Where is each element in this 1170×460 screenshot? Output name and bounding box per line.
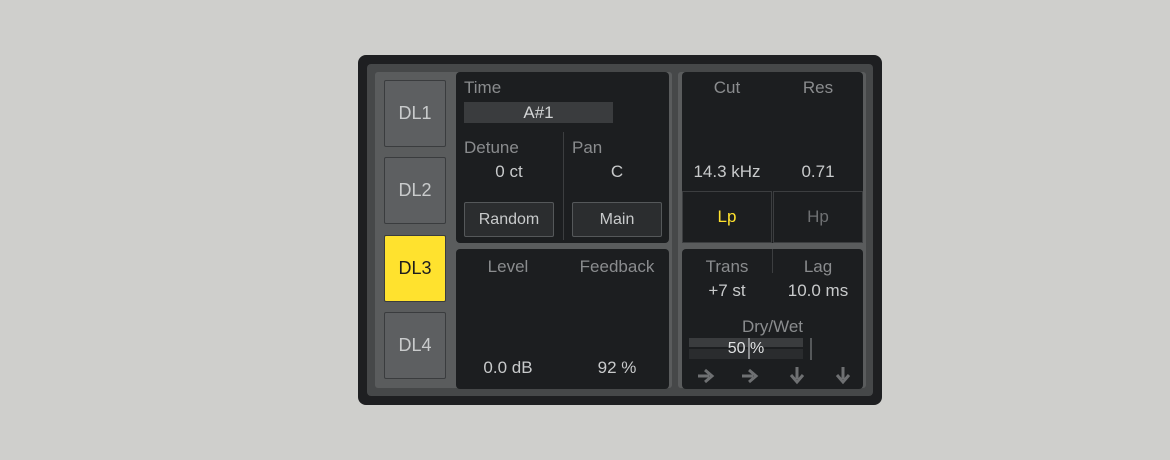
slot-button-dl3[interactable]: DL3: [384, 235, 446, 302]
trans-label: Trans: [705, 257, 749, 276]
pan-value[interactable]: C: [572, 162, 662, 182]
drywet-value: 50 %: [727, 340, 765, 357]
knob-pointer: [737, 122, 743, 127]
res-label: Res: [802, 78, 834, 97]
feedback-label: Feedback: [579, 257, 655, 276]
detune-pan-divider: [563, 132, 564, 240]
detune-value[interactable]: 0 ct: [464, 162, 554, 182]
lag-value[interactable]: 10.0 ms: [773, 281, 863, 301]
drywet-label: Dry/Wet: [741, 317, 804, 336]
trans-value[interactable]: +7 st: [682, 281, 772, 301]
delay-device: DL1 DL2 DL3 DL4 Time A#1 Detune 0 ct Ran…: [358, 55, 882, 405]
drywet-max-marker: [810, 338, 812, 360]
cut-label: Cut: [713, 78, 741, 97]
main-button[interactable]: Main: [572, 202, 662, 237]
arrow-down-icon[interactable]: [832, 365, 854, 387]
level-label: Level: [487, 257, 529, 276]
arrow-right-icon[interactable]: [739, 365, 761, 387]
random-button[interactable]: Random: [464, 202, 554, 237]
knob-pointer: [533, 316, 543, 320]
lag-label: Lag: [803, 257, 833, 276]
cut-value[interactable]: 14.3 kHz: [682, 162, 772, 182]
hp-button[interactable]: Hp: [773, 191, 863, 243]
time-value-field[interactable]: A#1: [464, 102, 613, 123]
drywet-slider[interactable]: 50 %: [689, 338, 809, 360]
feedback-value[interactable]: 92 %: [567, 358, 667, 378]
level-value[interactable]: 0.0 dB: [458, 358, 558, 378]
slot-button-dl2[interactable]: DL2: [384, 157, 446, 224]
slot-button-dl1[interactable]: DL1: [384, 80, 446, 147]
slot-button-dl4[interactable]: DL4: [384, 312, 446, 379]
pan-label: Pan: [572, 138, 603, 157]
arrow-down-icon[interactable]: [786, 365, 808, 387]
lp-button[interactable]: Lp: [682, 191, 772, 243]
time-label: Time: [464, 78, 502, 97]
res-value[interactable]: 0.71: [773, 162, 863, 182]
arrow-right-icon[interactable]: [695, 365, 717, 387]
detune-label: Detune: [464, 138, 519, 157]
